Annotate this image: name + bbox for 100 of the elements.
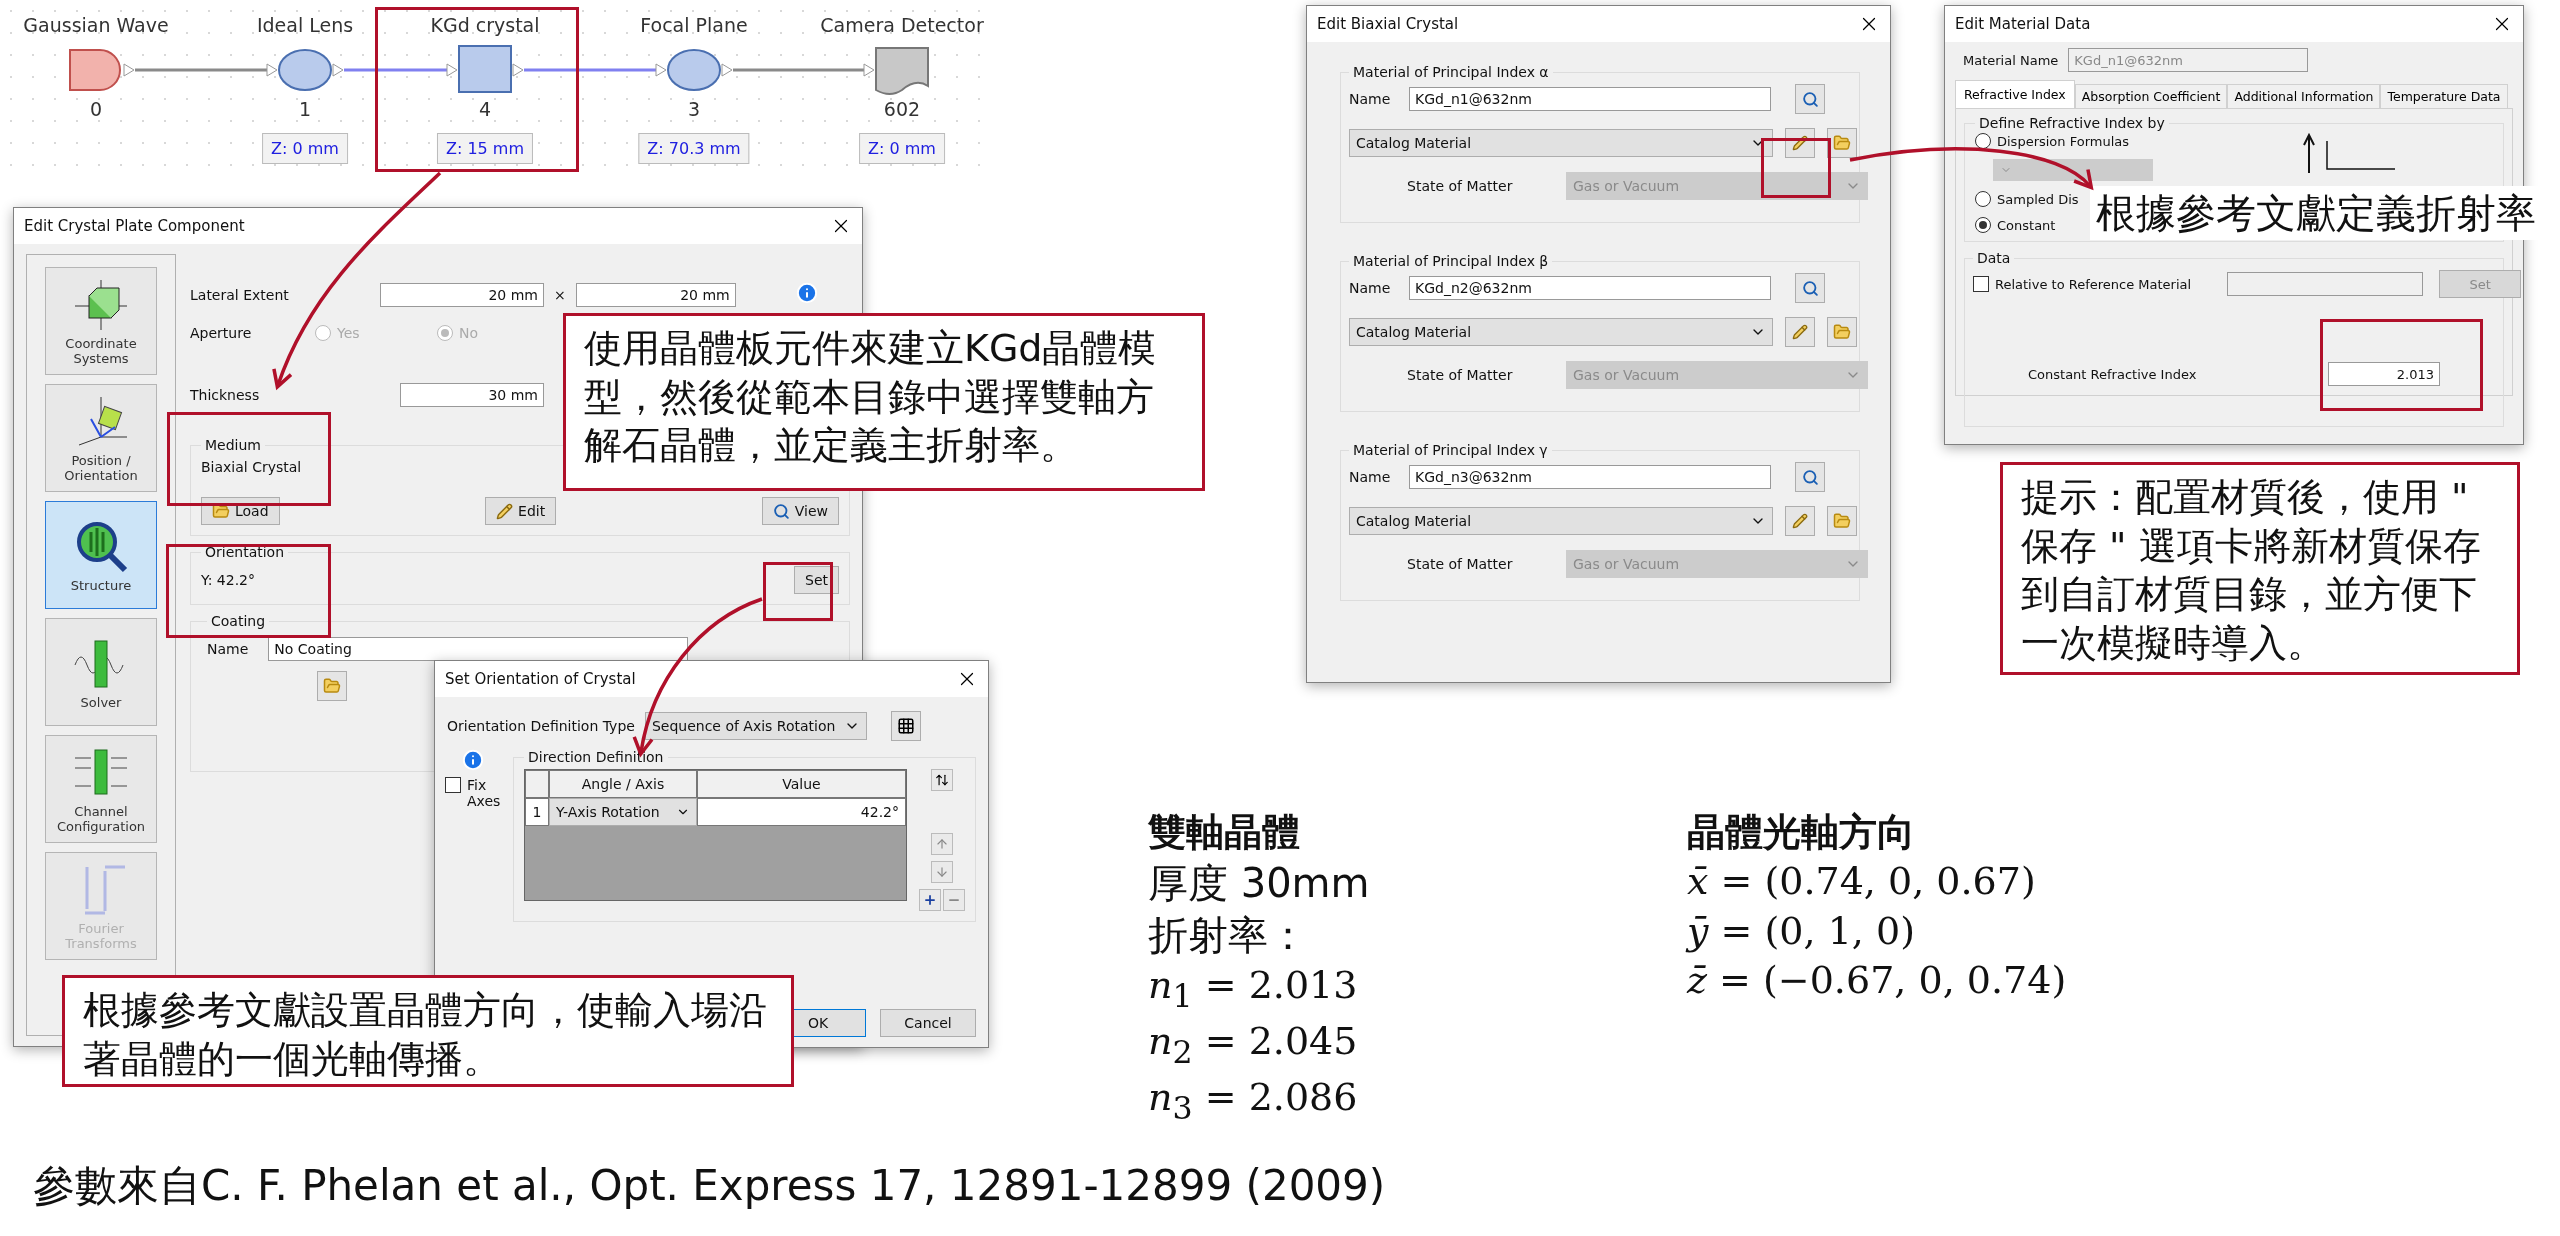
table-cell[interactable]: 42.2° (697, 798, 906, 826)
dropdown[interactable]: Catalog Material (1349, 507, 1773, 535)
pencil-icon (1792, 324, 1808, 340)
action-button[interactable]: Edit (485, 497, 557, 525)
formula-text: ȳ = (0, 1, 0) (1687, 907, 1916, 955)
node-index: 4 (478, 98, 492, 120)
crystal-node (458, 45, 512, 93)
row-number: 1 (525, 798, 549, 826)
node-label: Camera Detector (820, 14, 984, 36)
input-field[interactable]: KGd_n1@632nm (1409, 87, 1771, 111)
sidebar-item[interactable]: Position / Orientation (45, 384, 157, 492)
note-title: 晶體光軸方向 (1687, 809, 1916, 856)
dropdown[interactable]: Catalog Material (1349, 129, 1773, 157)
formula-text: n$_{3}$ = 2.086 (1148, 1073, 1359, 1128)
highlight-frame (1761, 138, 1831, 198)
lens-node (667, 49, 721, 91)
input-field[interactable]: No Coating (268, 637, 689, 661)
input-field[interactable]: 20 mm (380, 282, 544, 307)
input-field[interactable]: KGd_n3@632nm (1409, 465, 1771, 489)
field-label: Orientation Definition Type (447, 718, 635, 734)
orientation-value: Y: 42.2° (201, 572, 256, 588)
sidebar-item[interactable]: Channel Configuration (45, 735, 157, 843)
folder-icon (1833, 323, 1851, 341)
field-label: Material Name (1963, 52, 2059, 68)
dropdown[interactable]: Sequence of Axis Rotation (644, 712, 867, 740)
tab[interactable]: Refractive Index (1955, 80, 2075, 108)
sidebar-item[interactable]: Structure (45, 501, 157, 609)
callout-text: 提示：配置材質後，使用 " 保存 " 選項卡將新材質保存到自訂材質目錄，並方便下一次模擬時導入。 (2000, 462, 2520, 675)
field-label: Name (1349, 280, 1392, 296)
formula-text: z̄ = (−0.67, 0, 0.74) (1687, 957, 2067, 1005)
dropdown[interactable]: Catalog Material (1349, 318, 1773, 346)
search-icon (1801, 90, 1819, 108)
field-label: Name (207, 641, 249, 657)
input-field[interactable]: KGd_n2@632nm (1409, 276, 1771, 300)
medium-value: Biaxial Crystal (201, 459, 302, 475)
edit-button[interactable] (1785, 506, 1815, 536)
input-field[interactable]: 2.013 (2328, 362, 2440, 386)
action-button[interactable]: View (761, 497, 839, 525)
input-field[interactable] (2227, 272, 2424, 296)
node-label: Ideal Lens (256, 14, 354, 36)
note-title: 雙軸晶體 (1148, 809, 1301, 856)
field-label: State of Matter (1406, 556, 1514, 572)
folder-button[interactable] (1827, 128, 1857, 158)
search-icon (772, 502, 790, 520)
tab[interactable]: Absorption Coefficient (2074, 84, 2228, 108)
port-marker (123, 63, 135, 77)
reference-text: 參數來自C. F. Phelan et al., Opt. Express 17, 12891-12899 (2009) (33, 1160, 1386, 1212)
window-title: Set Orientation of Crystal (445, 670, 636, 688)
node-index: 602 (883, 98, 921, 120)
checkbox[interactable]: Relative to Reference Material (1973, 276, 2192, 292)
pencil-icon (1792, 135, 1808, 151)
group-label: Material of Principal Index α (1352, 64, 1550, 80)
field-label: Lateral Extent (190, 286, 290, 303)
position-tag: Z: 15 mm (436, 133, 534, 164)
formula-text: x̄ = (0.74, 0, 0.67) (1687, 858, 2037, 906)
field-label: State of Matter (1406, 178, 1514, 194)
position-tag: Z: 0 mm (859, 133, 945, 164)
sidebar-item[interactable]: Solver (45, 618, 157, 726)
set-button: Set (2439, 270, 2522, 298)
note-text: 折射率： (1148, 911, 1309, 961)
field-label: Name (1349, 91, 1392, 107)
add-button[interactable] (919, 889, 941, 911)
radio-option[interactable]: Sampled Dis (1975, 191, 2079, 207)
folder-icon (323, 677, 341, 695)
matrix-button[interactable] (890, 711, 921, 741)
tab[interactable]: Temperature Data (2380, 84, 2508, 108)
input-field[interactable]: 30 mm (400, 383, 544, 407)
plus-icon (923, 893, 937, 907)
dialog-button[interactable]: Cancel (880, 1009, 976, 1037)
callout-text: 使用晶體板元件來建立KGd晶體模型，然後從範本目錄中選擇雙軸方解石晶體，並定義主折射率。 (563, 313, 1205, 491)
radio-option[interactable]: Dispersion Formulas (1975, 133, 2130, 149)
edit-button[interactable] (1785, 317, 1815, 347)
node-index: 0 (89, 98, 103, 120)
column-header: Value (697, 770, 906, 798)
node-label: Focal Plane (640, 14, 748, 36)
group-label: Orientation (204, 544, 286, 560)
checkbox[interactable]: Fix Axes (445, 777, 501, 809)
info-icon (462, 749, 484, 771)
radio-option[interactable]: Constant (1975, 217, 2056, 233)
field-label: Thickness (190, 387, 261, 403)
node-label: KGd crystal (430, 14, 540, 36)
search-button[interactable] (1795, 84, 1825, 114)
lens-node (278, 49, 332, 91)
column-header: Angle / Axis (549, 770, 697, 798)
node-label: Gaussian Wave (23, 14, 169, 36)
dropdown[interactable]: Y-Axis Rotation (549, 798, 697, 826)
search-button[interactable] (1795, 462, 1825, 492)
swap-button[interactable] (931, 769, 953, 791)
input-field[interactable]: 20 mm (575, 282, 736, 307)
field-label: State of Matter (1406, 367, 1514, 383)
window-title: Edit Crystal Plate Component (24, 217, 245, 235)
dropdown: Gas or Vacuum (1566, 361, 1868, 389)
dropdown: Gas or Vacuum (1566, 172, 1868, 200)
search-button[interactable] (1795, 273, 1825, 303)
arrow-down-icon (935, 865, 949, 879)
set-button[interactable]: Set (794, 566, 839, 594)
sidebar-item[interactable]: Coordinate Systems (45, 267, 157, 375)
detector-node (875, 47, 929, 95)
search-icon (1801, 279, 1819, 297)
tab[interactable]: Additional Information (2227, 84, 2381, 108)
